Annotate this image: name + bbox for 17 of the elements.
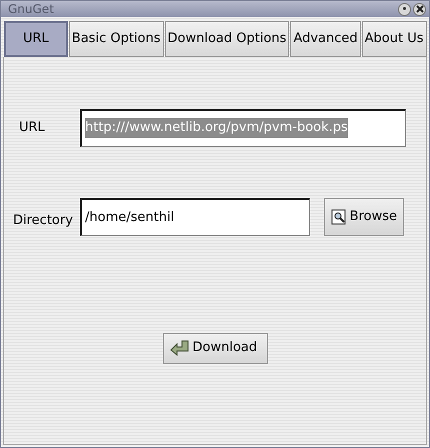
arrow-icon <box>170 340 190 356</box>
close-button[interactable] <box>413 2 426 16</box>
browse-button[interactable]: Browse <box>324 198 404 236</box>
tab[interactable]: Basic Options <box>68 21 164 56</box>
magnifier-document-icon <box>330 208 347 224</box>
close-icon <box>416 4 424 13</box>
tab[interactable]: Advanced <box>290 21 361 56</box>
tab[interactable]: URL <box>4 21 68 56</box>
directory-field[interactable]: /home/senthil <box>80 198 310 236</box>
dot-icon <box>402 6 407 12</box>
directory-label: Directory <box>12 212 74 230</box>
window-title: GnuGet <box>8 1 55 18</box>
minimize-button[interactable] <box>398 2 411 16</box>
download-button[interactable]: Download <box>162 332 268 364</box>
url-label: URL <box>18 118 46 137</box>
tab[interactable]: Download Options <box>164 21 290 56</box>
tab[interactable]: About Us <box>362 21 427 56</box>
